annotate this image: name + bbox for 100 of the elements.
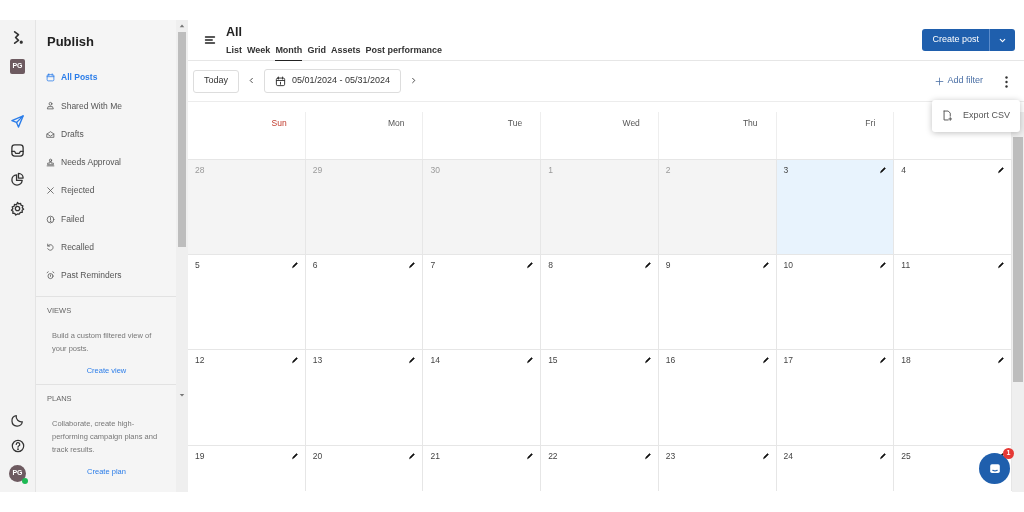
view-tab[interactable]: Week [247,44,271,61]
pencil-icon[interactable] [879,166,888,174]
calendar-day-cell[interactable]: 14 [423,349,542,445]
view-tab[interactable]: Grid [307,44,326,61]
weekday-label: Wed [622,118,640,128]
calendar-day-cell[interactable]: 19 [188,445,306,491]
help-icon[interactable] [10,439,25,453]
pencil-icon[interactable] [879,356,888,364]
sidebar-item[interactable]: Recalled [36,233,176,262]
pencil-icon[interactable] [761,356,770,364]
inbox-icon[interactable] [10,143,25,158]
calendar-day-cell[interactable]: 3 [776,159,895,254]
weekday-label: Thu [742,118,758,128]
pencil-icon[interactable] [761,261,770,269]
sidebar-item[interactable]: Failed [36,205,176,234]
calendar-day-cell[interactable]: 7 [423,254,542,349]
pencil-icon[interactable] [997,356,1005,364]
calendar-day-cell[interactable]: 4 [894,159,1012,254]
settings-icon[interactable] [10,201,25,216]
day-number: 1 [548,164,553,177]
calendar-day-cell[interactable]: 15 [541,349,659,445]
day-number: 11 [901,259,911,272]
pencil-icon[interactable] [526,261,535,269]
day-number: 9 [665,259,671,272]
person-icon [46,101,55,111]
calendar-day-cell[interactable]: 10 [776,254,895,349]
day-number: 8 [548,259,553,272]
sidebar-item[interactable]: Shared With Me [36,91,176,121]
moon-icon[interactable] [10,413,25,427]
calendar-day-cell[interactable]: 9 [658,254,777,349]
sidebar-title: Publish [46,33,95,51]
day-number: 14 [430,354,440,367]
sidebar-item[interactable]: All Posts [36,63,176,92]
day-number: 21 [430,450,440,463]
stamp-icon [46,158,55,168]
day-number: 2 [665,164,671,177]
pencil-icon[interactable] [643,261,652,269]
calendar-day-cell[interactable]: 11 [894,254,1012,349]
scroll-up-icon[interactable] [179,23,185,29]
chat-icon [987,461,1002,476]
view-tab[interactable]: Assets [330,44,361,61]
calendar-day-cell[interactable]: 5 [188,254,306,349]
calendar-day-cell[interactable]: 20 [305,445,424,491]
day-number: 20 [312,450,323,463]
view-tab[interactable]: Month [275,44,303,61]
date-range-field[interactable]: 05/01/2024 - 05/31/2024 [264,69,402,93]
view-tab[interactable]: Post performance [365,44,442,61]
pencil-icon[interactable] [290,261,299,269]
alarm-icon [46,271,55,281]
pencil-icon[interactable] [408,452,417,460]
pencil-icon[interactable] [290,452,299,460]
calendar-day-cell[interactable]: 12 [188,349,306,445]
calendar-day-cell[interactable]: 16 [658,349,777,445]
pencil-icon[interactable] [879,452,888,460]
calendar-day-cell[interactable]: 13 [305,349,424,445]
pie-chart-icon[interactable] [10,172,25,187]
pencil-icon[interactable] [526,452,535,460]
weekday-label: Sun [271,118,287,128]
sidebar-item[interactable]: Needs Approval [36,148,176,177]
calendar-day-cell[interactable]: 22 [541,445,659,491]
pencil-icon[interactable] [290,356,299,364]
pencil-icon[interactable] [997,166,1005,174]
export-menu-item[interactable]: Export CSV [931,100,1020,132]
day-number: 7 [430,259,436,272]
scrollbar[interactable] [1012,112,1024,492]
calendar-day-cell[interactable]: 6 [305,254,424,349]
today-button[interactable]: Today [193,69,240,93]
sidebar-item[interactable]: Rejected [36,176,176,205]
pencil-icon[interactable] [997,261,1005,269]
calendar-day-cell[interactable]: 17 [776,349,895,445]
calendar-day-cell[interactable]: 18 [894,349,1012,445]
weekday-label: Tue [507,118,523,128]
calendar-day-cell[interactable]: 21 [423,445,542,491]
calendar-day-cell[interactable]: 23 [658,445,777,491]
day-number: 22 [548,450,558,463]
add-filter-button[interactable]: Add filter [929,73,989,89]
calendar-day-cell[interactable]: 24 [776,445,895,491]
send-icon[interactable] [10,114,25,129]
sidebar-item[interactable]: Drafts [36,120,176,149]
calendar-day-cell[interactable]: 8 [541,254,659,349]
pencil-icon[interactable] [408,356,417,364]
scroll-down-icon[interactable] [179,392,185,398]
day-number: 3 [783,164,789,177]
create-post-button[interactable]: Create post [922,29,989,51]
menu-icon[interactable] [204,34,216,46]
day-number: 25 [901,450,911,463]
kebab-menu-icon [1005,75,1008,88]
pencil-icon[interactable] [879,261,888,269]
pencil-icon[interactable] [643,356,652,364]
day-number: 29 [312,164,323,177]
page-title: All [226,26,243,39]
pencil-icon[interactable] [643,452,652,460]
scrollbar[interactable] [176,20,188,492]
pencil-icon[interactable] [761,452,770,460]
view-tab[interactable]: List [226,44,242,61]
calendar-icon [275,75,287,87]
sidebar-item[interactable]: Past Reminders [36,261,176,290]
day-number: 16 [665,354,676,367]
pencil-icon[interactable] [408,261,417,269]
pencil-icon[interactable] [526,356,535,364]
